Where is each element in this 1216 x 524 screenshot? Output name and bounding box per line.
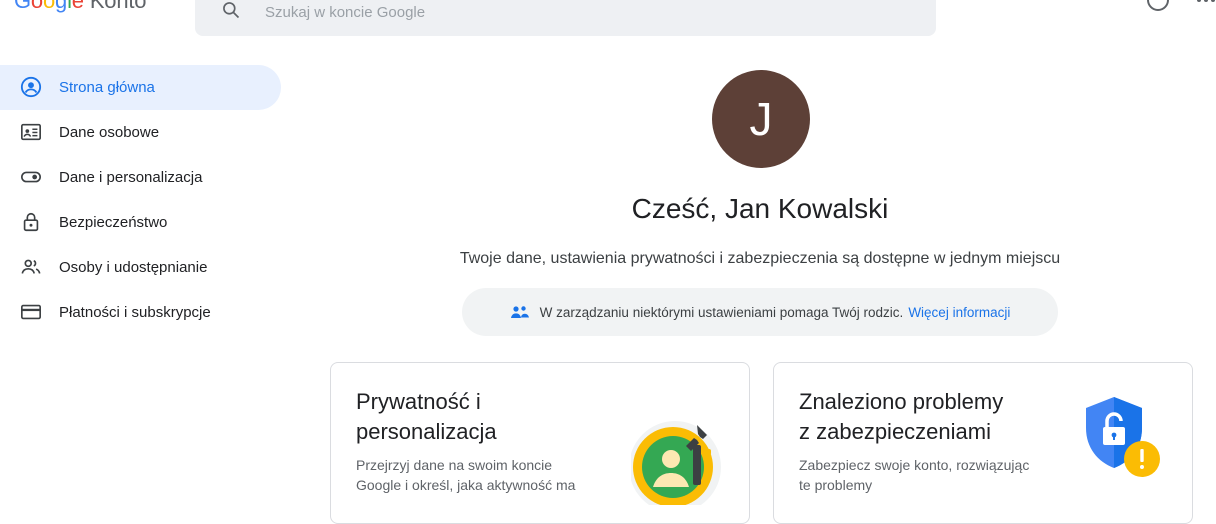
parent-supervision-notice: W zarządzaniu niektórymi ustawieniami po… (462, 288, 1058, 336)
notice-text: W zarządzaniu niektórymi ustawieniami po… (539, 304, 904, 320)
apps-icon[interactable] (1196, 0, 1216, 12)
sidebar-item-label: Strona główna (59, 79, 155, 96)
account-circle-icon (20, 76, 42, 98)
toggle-icon (20, 166, 42, 188)
sidebar-item-payments[interactable]: Płatności i subskrypcje (0, 290, 290, 335)
avatar-letter: J (749, 93, 773, 145)
logo-letter: g (55, 0, 68, 13)
security-issues-card[interactable]: Znaleziono problemy z zabezpieczeniami Z… (773, 362, 1193, 524)
sidebar-item-label: Osoby i udostępnianie (59, 259, 208, 276)
search-icon[interactable] (221, 0, 241, 20)
card-title: Prywatność i personalizacja (356, 387, 606, 447)
credit-card-icon (20, 301, 42, 323)
search-placeholder: Szukaj w koncie Google (265, 4, 426, 21)
sidebar-item-label: Bezpieczeństwo (59, 214, 168, 231)
people-icon (20, 256, 42, 278)
page-subtitle: Twoje dane, ustawienia prywatności i zab… (459, 250, 1061, 267)
privacy-card[interactable]: Prywatność i personalizacja Przejrzyj da… (330, 362, 750, 524)
card-title-line: z zabezpieczeniami (799, 419, 991, 444)
google-account-logo[interactable]: Google Konto (14, 0, 147, 14)
logo-letter: o (30, 0, 43, 13)
sidebar-item-data-privacy[interactable]: Dane i personalizacja (0, 155, 290, 200)
sidebar-item-security[interactable]: Bezpieczeństwo (0, 200, 290, 245)
family-icon (510, 306, 529, 318)
privacy-illustration-icon (631, 421, 721, 505)
sidebar-item-label: Dane osobowe (59, 124, 160, 141)
sidebar-item-label: Dane i personalizacja (59, 169, 203, 186)
card-description: Przejrzyj dane na swoim koncie Google i … (356, 455, 606, 495)
card-text-line: te problemy (799, 477, 873, 493)
sidebar-item-people-sharing[interactable]: Osoby i udostępnianie (0, 245, 290, 290)
card-text-line: Przejrzyj dane na swoim koncie (356, 457, 553, 473)
logo-letter: o (42, 0, 56, 13)
card-title-line: personalizacja (356, 419, 497, 444)
search-bar[interactable]: Szukaj w koncie Google (195, 0, 936, 36)
card-text-line: Zabezpiecz swoje konto, rozwiązując (799, 457, 1030, 473)
card-title-line: Znaleziono problemy (799, 389, 1004, 414)
logo-letter: G (14, 0, 31, 13)
help-icon[interactable] (1146, 0, 1170, 12)
logo-letter: e (71, 0, 84, 13)
card-description: Zabezpiecz swoje konto, rozwiązując te p… (799, 455, 1049, 495)
security-shield-warning-icon (1086, 397, 1160, 477)
sidebar-item-home[interactable]: Strona główna (0, 65, 281, 110)
sidebar-item-label: Płatności i subskrypcje (59, 304, 211, 321)
lock-icon (20, 211, 42, 233)
sidebar-item-personal-info[interactable]: Dane osobowe (0, 110, 290, 155)
logo-suffix: Konto (89, 0, 147, 13)
id-card-icon (20, 121, 42, 143)
card-title: Znaleziono problemy z zabezpieczeniami (799, 387, 1049, 447)
card-title-line: Prywatność i (356, 389, 481, 414)
more-info-link[interactable]: Więcej informacji (908, 305, 1010, 320)
sidebar-nav: Strona główna Dane osobowe Dane i person… (0, 65, 290, 335)
avatar[interactable]: J (712, 70, 810, 168)
top-bar: Google Konto Szukaj w koncie Google (0, 0, 1216, 44)
card-text-line: Google i określ, jaka aktywność ma (356, 477, 576, 493)
greeting-title: Cześć, Jan Kowalski (631, 193, 889, 224)
